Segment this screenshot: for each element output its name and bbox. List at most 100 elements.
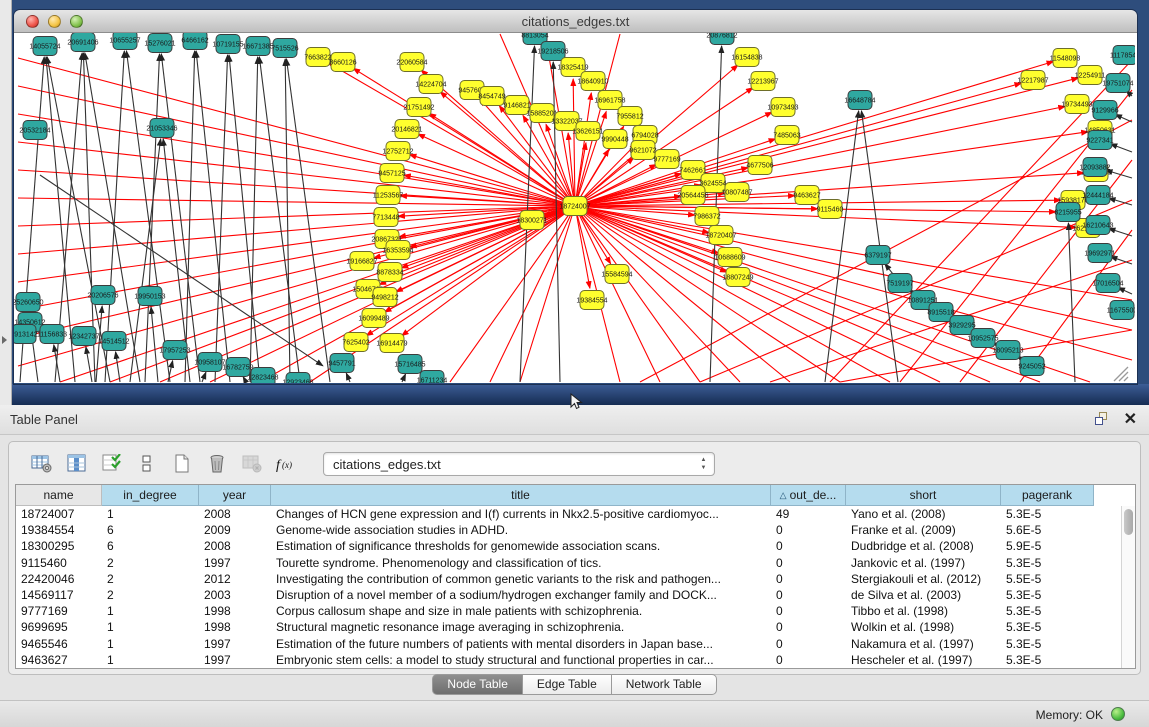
network-graph[interactable]: 1405572420691406106552571527602164661621… <box>14 33 1135 383</box>
graph-node[interactable]: 9227341 <box>1086 131 1113 150</box>
new-column-button[interactable] <box>169 451 195 477</box>
graph-node[interactable]: 16353594 <box>382 241 413 260</box>
tab-node-table[interactable]: Node Table <box>432 674 523 695</box>
graph-node[interactable]: 22060584 <box>396 53 427 72</box>
graph-node[interactable]: 20691406 <box>67 33 98 52</box>
graph-node[interactable]: 25260650 <box>14 293 44 312</box>
graph-node[interactable]: 7663822 <box>304 48 331 67</box>
graph-node[interactable]: 8878334 <box>376 263 403 282</box>
graph-node[interactable]: 12444184 <box>1082 186 1113 205</box>
graph-node[interactable]: 19950153 <box>134 287 165 306</box>
graph-node[interactable]: 20876812 <box>706 33 737 45</box>
graph-node[interactable]: 9777169 <box>653 150 680 169</box>
graph-node[interactable]: 21053346 <box>146 119 177 138</box>
table-row[interactable]: 946362711997Embryonic stem cells: a mode… <box>16 652 1121 668</box>
vertical-scrollbar[interactable] <box>1121 506 1135 668</box>
tab-edge-table[interactable]: Edge Table <box>523 674 612 695</box>
graph-node[interactable]: 10952575 <box>967 329 998 348</box>
graph-node[interactable]: 12752712 <box>382 142 413 161</box>
left-panel-strip[interactable] <box>0 0 12 405</box>
graph-node[interactable]: 18300271 <box>516 211 547 230</box>
graph-node[interactable]: 14514512 <box>98 332 129 351</box>
network-window-titlebar[interactable]: citations_edges.txt <box>14 10 1137 33</box>
graph-node[interactable]: 18720407 <box>705 226 736 245</box>
graph-node[interactable]: 9463627 <box>793 186 820 205</box>
graph-node[interactable]: 11156833 <box>37 325 67 344</box>
graph-node[interactable]: 7986372 <box>693 207 720 226</box>
delete-column-button[interactable] <box>204 451 230 477</box>
graph-node[interactable]: 15716485 <box>394 355 425 374</box>
graph-node[interactable]: 10807487 <box>721 183 752 202</box>
graph-node[interactable]: 7485063 <box>773 126 800 145</box>
graph-node[interactable]: 16671385 <box>242 37 273 56</box>
graph-node[interactable]: 9245052 <box>1018 357 1045 376</box>
graph-node[interactable]: 18095213 <box>992 341 1023 360</box>
graph-node[interactable]: 15276021 <box>144 34 175 53</box>
column-header-title[interactable]: title <box>271 485 771 506</box>
table-row[interactable]: 1456911722003Disruption of a novel membe… <box>16 587 1121 603</box>
graph-node[interactable]: 18807249 <box>722 268 753 287</box>
graph-node[interactable]: 16210643 <box>1082 216 1113 235</box>
graph-node[interactable]: 7713448 <box>372 208 399 227</box>
graph-node[interactable]: 20564456 <box>677 186 708 205</box>
graph-node[interactable]: 16154838 <box>731 48 762 67</box>
graph-node[interactable]: 17957253 <box>159 341 190 360</box>
graph-node[interactable]: 21751492 <box>403 98 434 117</box>
graph-node[interactable]: 12254911 <box>1075 66 1106 85</box>
graph-node[interactable]: 9457125 <box>378 164 405 183</box>
graph-node[interactable]: 19692971 <box>1084 244 1115 263</box>
graph-node[interactable]: 9990448 <box>601 130 628 149</box>
graph-node[interactable]: 4677506 <box>746 156 773 175</box>
graph-node[interactable]: 8660126 <box>329 53 356 72</box>
table-row[interactable]: 1872400712008Changes of HCN gene express… <box>16 506 1121 522</box>
network-canvas[interactable]: 1405572420691406106552571527602164661621… <box>14 33 1137 383</box>
column-header-year[interactable]: year <box>199 485 271 506</box>
column-header-pagerank[interactable]: pagerank <box>1001 485 1094 506</box>
graph-node[interactable]: 8454749 <box>478 87 505 106</box>
scrollbar-thumb[interactable] <box>1124 509 1133 535</box>
graph-node[interactable]: 6466162 <box>181 33 208 50</box>
graph-node[interactable]: 9498212 <box>371 288 398 307</box>
graph-node[interactable]: 11675500 <box>1107 301 1135 320</box>
function-builder-button[interactable]: f(x) <box>274 451 300 477</box>
table-row[interactable]: 911546021997Tourette syndrome. Phenomeno… <box>16 555 1121 571</box>
table-settings-button[interactable] <box>29 451 55 477</box>
memory-status-indicator[interactable] <box>1111 707 1125 721</box>
float-panel-icon[interactable] <box>1095 412 1109 426</box>
row-selection-button[interactable] <box>99 451 125 477</box>
graph-node[interactable]: 19384554 <box>576 291 607 310</box>
graph-node[interactable]: 12213967 <box>747 72 778 91</box>
graph-node[interactable]: 3913142 <box>14 325 38 344</box>
table-row[interactable]: 969969511998Structural magnetic resonanc… <box>16 619 1121 635</box>
graph-node[interactable]: 10688609 <box>714 248 745 267</box>
column-header-short[interactable]: short <box>846 485 1001 506</box>
column-visibility-button[interactable] <box>64 451 90 477</box>
tab-network-table[interactable]: Network Table <box>612 674 717 695</box>
delete-table-button[interactable] <box>239 451 265 477</box>
table-row[interactable]: 1938455462009Genome-wide association stu… <box>16 522 1121 538</box>
graph-node[interactable]: 12217987 <box>1017 71 1048 90</box>
column-header-out-de[interactable]: △out_de... <box>771 485 846 506</box>
graph-node[interactable]: 9115460 <box>817 200 844 219</box>
graph-node[interactable]: 16648784 <box>844 91 875 110</box>
close-panel-icon[interactable]: ✕ <box>1124 409 1137 429</box>
graph-node[interactable]: 14224704 <box>415 75 446 94</box>
graph-node[interactable]: 6379197 <box>864 246 891 265</box>
merge-columns-button[interactable] <box>134 451 160 477</box>
graph-node[interactable]: 15584594 <box>601 265 632 284</box>
graph-node[interactable]: 12923468 <box>282 373 313 384</box>
graph-node[interactable]: 7519197 <box>886 274 913 293</box>
graph-node[interactable]: 20532184 <box>19 121 50 140</box>
graph-node[interactable]: 16914479 <box>376 334 407 353</box>
graph-node[interactable]: 12093882 <box>1079 158 1110 177</box>
graph-node[interactable]: 12823468 <box>247 368 278 384</box>
graph-node[interactable]: 10655257 <box>109 33 140 50</box>
table-row[interactable]: 946554611997Estimation of the future num… <box>16 636 1121 652</box>
graph-node[interactable]: 11178542 <box>1110 46 1135 65</box>
graph-node[interactable]: 10958107 <box>194 353 225 372</box>
graph-node[interactable]: 11253567 <box>373 186 404 205</box>
graph-node[interactable]: 8215955 <box>1054 203 1081 222</box>
graph-node[interactable]: 16099489 <box>358 309 389 328</box>
graph-node[interactable]: 19166827 <box>346 252 377 271</box>
graph-node[interactable]: 20146821 <box>391 120 422 139</box>
